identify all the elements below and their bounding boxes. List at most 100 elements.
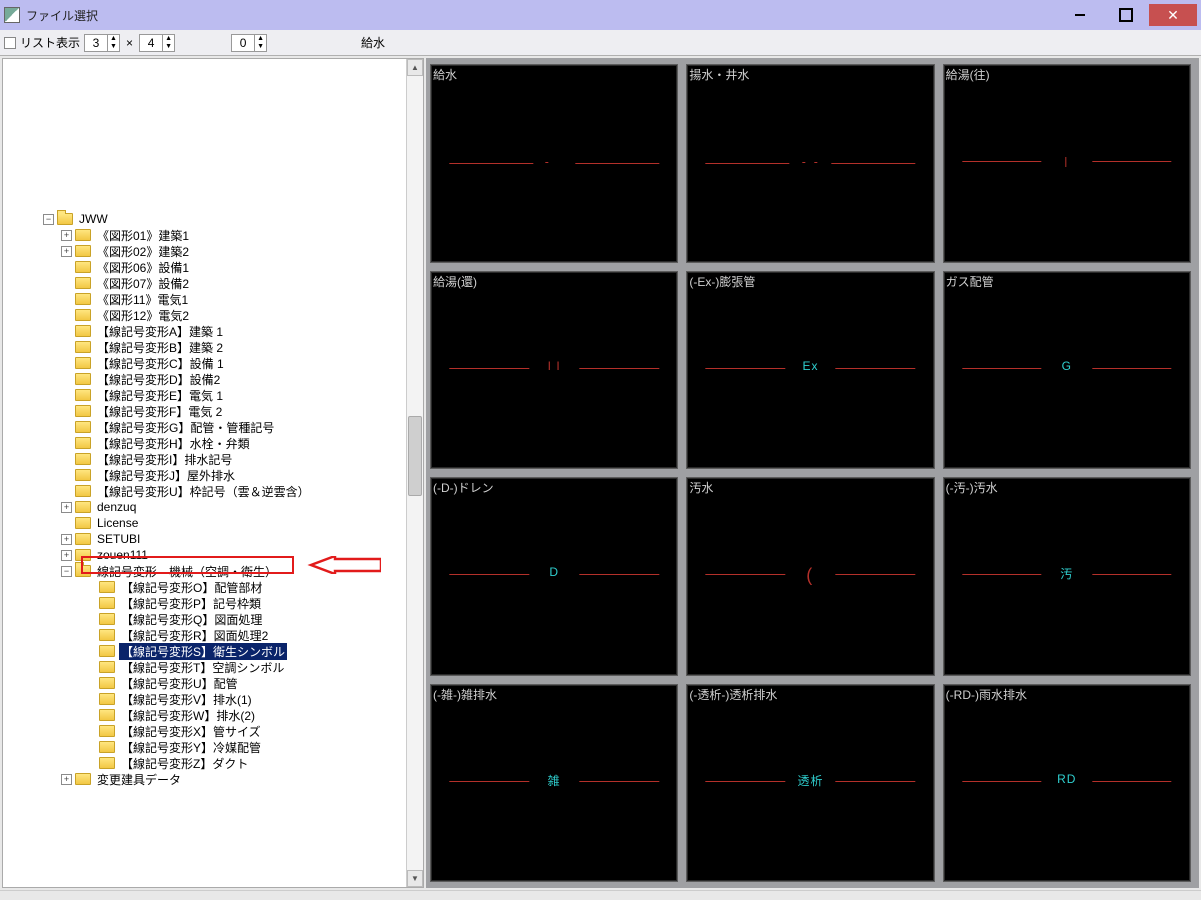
symbol-preview: D	[449, 575, 658, 577]
rows-down[interactable]: ▼	[162, 43, 174, 51]
tree-item[interactable]: 【線記号変形U】配管	[7, 675, 406, 691]
preview-cell[interactable]: 給湯(往)	[943, 64, 1191, 263]
preview-cell[interactable]: (-雑-)雑排水雑	[430, 684, 678, 883]
tree-item[interactable]: − JWW	[7, 211, 406, 227]
preview-cell[interactable]: (-D-)ドレンD	[430, 477, 678, 676]
expander-icon[interactable]: −	[43, 214, 54, 225]
expander-icon[interactable]: +	[61, 230, 72, 241]
tree-item[interactable]: 【線記号変形X】管サイズ	[7, 723, 406, 739]
tree-item[interactable]: +《図形01》建築1	[7, 227, 406, 243]
cols-up[interactable]: ▲	[107, 35, 119, 43]
preview-cell[interactable]: 汚水(	[686, 477, 934, 676]
expander-icon[interactable]: +	[61, 774, 72, 785]
zero-down[interactable]: ▼	[254, 43, 266, 51]
tree-item[interactable]: License	[7, 515, 406, 531]
tree-item[interactable]: 【線記号変形G】配管・管種記号	[7, 419, 406, 435]
tree-item[interactable]: 《図形07》設備2	[7, 275, 406, 291]
preview-cell-title: (-RD-)雨水排水	[946, 686, 1027, 703]
zero-input[interactable]	[232, 36, 254, 50]
tree-item[interactable]: 【線記号変形J】屋外排水	[7, 467, 406, 483]
expander-icon[interactable]: −	[61, 566, 72, 577]
tree-item[interactable]: 【線記号変形I】排水記号	[7, 451, 406, 467]
folder-icon	[75, 277, 91, 289]
minimize-button[interactable]	[1057, 4, 1102, 26]
symbol-preview: G	[962, 369, 1171, 371]
expander-icon[interactable]: +	[61, 502, 72, 513]
tree-item[interactable]: 【線記号変形F】電気 2	[7, 403, 406, 419]
tree-item[interactable]: 【線記号変形W】排水(2)	[7, 707, 406, 723]
symbol-preview: (	[706, 575, 915, 577]
tree-item-label: 線記号変形 機械（空調・衛生）	[95, 563, 279, 580]
folder-icon	[75, 485, 91, 497]
tree-item[interactable]: 【線記号変形Z】ダクト	[7, 755, 406, 771]
tree-item[interactable]: 【線記号変形A】建築 1	[7, 323, 406, 339]
symbol-preview: RD	[962, 782, 1171, 784]
cols-spin[interactable]: ▲▼	[84, 34, 120, 52]
tree-item[interactable]: 【線記号変形O】配管部材	[7, 579, 406, 595]
tree-item[interactable]: 【線記号変形E】電気 1	[7, 387, 406, 403]
rows-up[interactable]: ▲	[162, 35, 174, 43]
preview-cell[interactable]: 給水	[430, 64, 678, 263]
tree-item[interactable]: 《図形11》電気1	[7, 291, 406, 307]
tree-item[interactable]: +SETUBI	[7, 531, 406, 547]
tree-item[interactable]: 【線記号変形H】水栓・弁類	[7, 435, 406, 451]
tree-item[interactable]: 【線記号変形S】衛生シンボル	[7, 643, 406, 659]
tree-item-label: 《図形12》電気2	[95, 307, 191, 324]
preview-cell[interactable]: 揚水・井水	[686, 64, 934, 263]
scroll-down-icon[interactable]: ▼	[407, 870, 423, 887]
tree-item[interactable]: 【線記号変形T】空調シンボル	[7, 659, 406, 675]
list-view-label: リスト表示	[20, 34, 80, 51]
tree-item[interactable]: 《図形06》設備1	[7, 259, 406, 275]
tree-item[interactable]: +《図形02》建築2	[7, 243, 406, 259]
tree-item[interactable]: 【線記号変形R】図面処理2	[7, 627, 406, 643]
tree-item[interactable]: 【線記号変形U】枠記号（雲＆逆雲含）	[7, 483, 406, 499]
preview-cell[interactable]: (-汚-)汚水汚	[943, 477, 1191, 676]
list-view-checkbox[interactable]	[4, 37, 16, 49]
tree-item-label: 【線記号変形E】電気 1	[95, 387, 225, 404]
tree-item-label: JWW	[77, 212, 110, 226]
rows-input[interactable]	[140, 36, 162, 50]
maximize-button[interactable]	[1103, 4, 1148, 26]
tree-item[interactable]: 【線記号変形P】記号枠類	[7, 595, 406, 611]
preview-cell[interactable]: (-RD-)雨水排水 RD	[943, 684, 1191, 883]
tree-item[interactable]: 【線記号変形D】設備2	[7, 371, 406, 387]
rows-spin[interactable]: ▲▼	[139, 34, 175, 52]
cols-input[interactable]	[85, 36, 107, 50]
preview-cell[interactable]: (-透析-)透析排水透析	[686, 684, 934, 883]
tree-item-label: 【線記号変形J】屋外排水	[95, 467, 237, 484]
tree-item[interactable]: + zouen111	[7, 547, 406, 563]
scroll-thumb[interactable]	[408, 416, 422, 496]
scroll-up-icon[interactable]: ▲	[407, 59, 423, 76]
tree-item[interactable]: 【線記号変形Y】冷媒配管	[7, 739, 406, 755]
tree-item[interactable]: +変更建具データ	[7, 771, 406, 787]
preview-cell[interactable]: ガス配管G	[943, 271, 1191, 470]
folder-tree[interactable]: − JWW+《図形01》建築1+《図形02》建築2《図形06》設備1《図形07》設…	[3, 59, 406, 887]
folder-tree-panel: − JWW+《図形01》建築1+《図形02》建築2《図形06》設備1《図形07》設…	[2, 58, 424, 888]
preview-cell[interactable]: (-Ex-)膨張管Ex	[686, 271, 934, 470]
tree-item[interactable]: 【線記号変形Q】図面処理	[7, 611, 406, 627]
tree-scrollbar[interactable]: ▲ ▼	[406, 59, 423, 887]
symbol-preview: 雑	[449, 782, 658, 784]
tree-item-label: 【線記号変形A】建築 1	[95, 323, 225, 340]
expander-icon[interactable]: +	[61, 534, 72, 545]
cols-down[interactable]: ▼	[107, 43, 119, 51]
expander-icon[interactable]: +	[61, 550, 72, 561]
close-button[interactable]	[1149, 4, 1197, 26]
folder-icon	[75, 469, 91, 481]
tree-item[interactable]: − 線記号変形 機械（空調・衛生）	[7, 563, 406, 579]
preview-cell-title: 給湯(還)	[433, 273, 477, 290]
preview-cell[interactable]: 給湯(還)I I	[430, 271, 678, 470]
folder-icon	[75, 437, 91, 449]
tree-item[interactable]: 《図形12》電気2	[7, 307, 406, 323]
zero-spin[interactable]: ▲▼	[231, 34, 267, 52]
preview-cell-title: 給水	[433, 66, 457, 83]
tree-item[interactable]: 【線記号変形C】設備 1	[7, 355, 406, 371]
expander-icon[interactable]: +	[61, 246, 72, 257]
tree-item[interactable]: 【線記号変形B】建築 2	[7, 339, 406, 355]
tree-item-label: 【線記号変形T】空調シンボル	[119, 659, 286, 676]
tree-item[interactable]: +denzuq	[7, 499, 406, 515]
tree-item[interactable]: 【線記号変形V】排水(1)	[7, 691, 406, 707]
tree-item-label: zouen111	[95, 548, 150, 562]
zero-up[interactable]: ▲	[254, 35, 266, 43]
folder-icon	[75, 229, 91, 241]
